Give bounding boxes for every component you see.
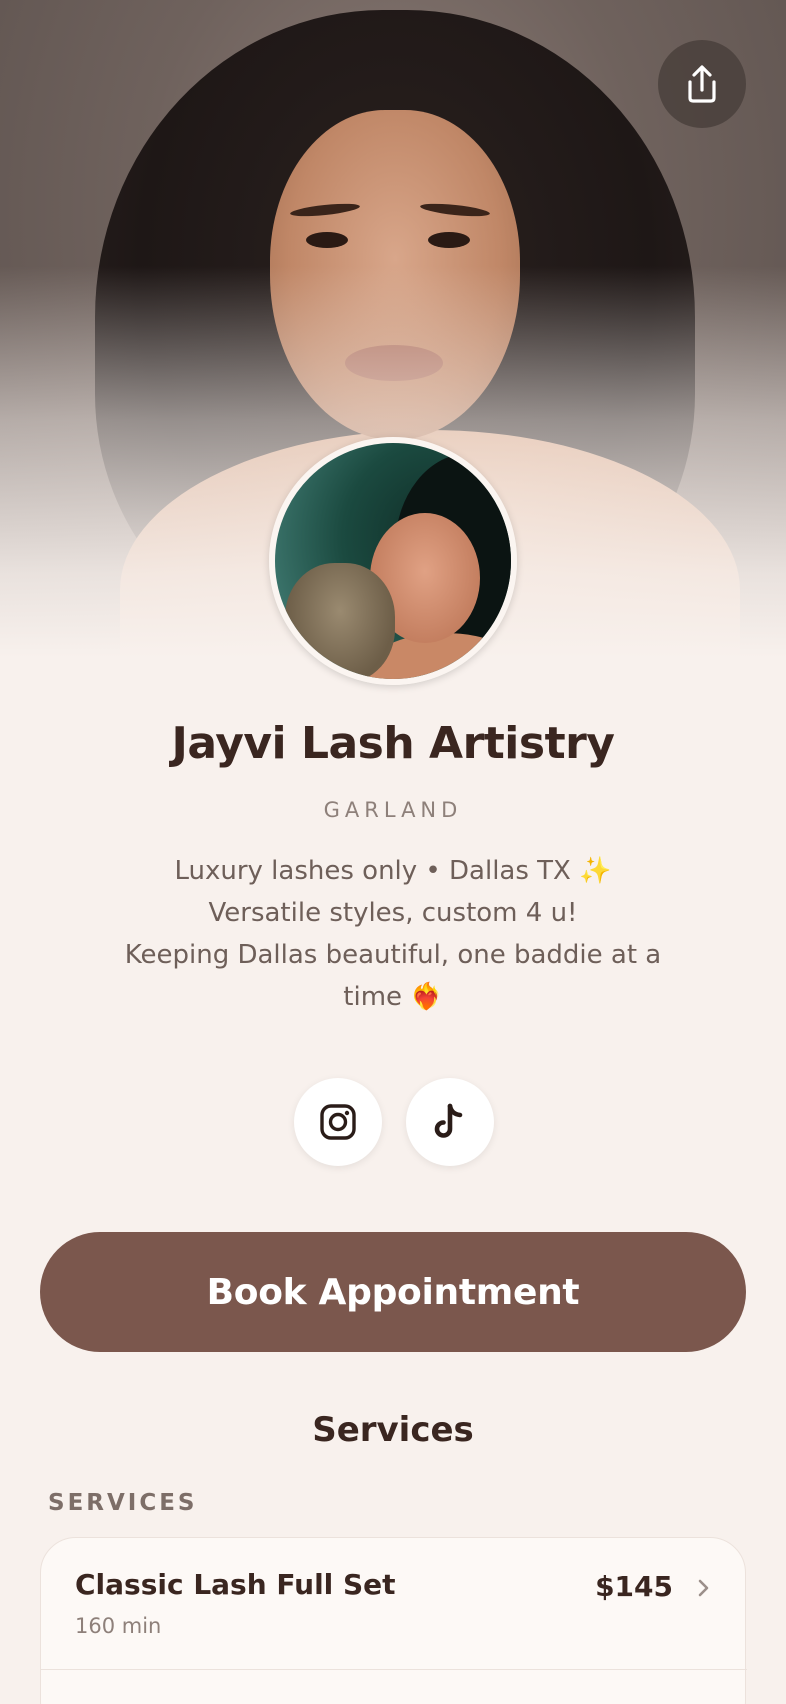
profile-page: Jayvi Lash Artistry GARLAND Luxury lashe… (0, 0, 786, 1704)
share-button[interactable] (658, 40, 746, 128)
tiktok-icon (434, 1103, 463, 1138)
location-label: GARLAND (323, 798, 463, 822)
avatar (269, 437, 517, 685)
bio-line: Versatile styles, custom 4 u! (208, 898, 578, 928)
service-duration: 160 min (75, 1614, 162, 1638)
bio-line: Luxury lashes only • Dallas TX ✨ (174, 856, 612, 886)
share-icon (688, 65, 716, 103)
tiktok-button[interactable] (406, 1078, 494, 1166)
social-links (294, 1078, 494, 1166)
bio-line: time ❤️‍🔥 (343, 982, 443, 1012)
book-appointment-button[interactable]: Book Appointment (40, 1232, 746, 1352)
chevron-right-icon (698, 1579, 709, 1597)
service-item[interactable]: Classic Lash Full Set 160 min $145 (41, 1538, 747, 1670)
instagram-button[interactable] (294, 1078, 382, 1166)
service-name: Classic Lash Full Set (75, 1568, 396, 1601)
services-heading: Services (312, 1410, 474, 1450)
divider (41, 1669, 747, 1670)
bio-line: Keeping Dallas beautiful, one baddie at … (124, 940, 662, 970)
services-category-label: SERVICES (48, 1490, 198, 1516)
services-list: Classic Lash Full Set 160 min $145 (40, 1537, 747, 1704)
instagram-icon (320, 1104, 356, 1140)
bio: Luxury lashes only • Dallas TX ✨ Versati… (100, 850, 686, 1018)
service-price: $145 (595, 1570, 673, 1603)
business-name: Jayvi Lash Artistry (171, 718, 615, 769)
